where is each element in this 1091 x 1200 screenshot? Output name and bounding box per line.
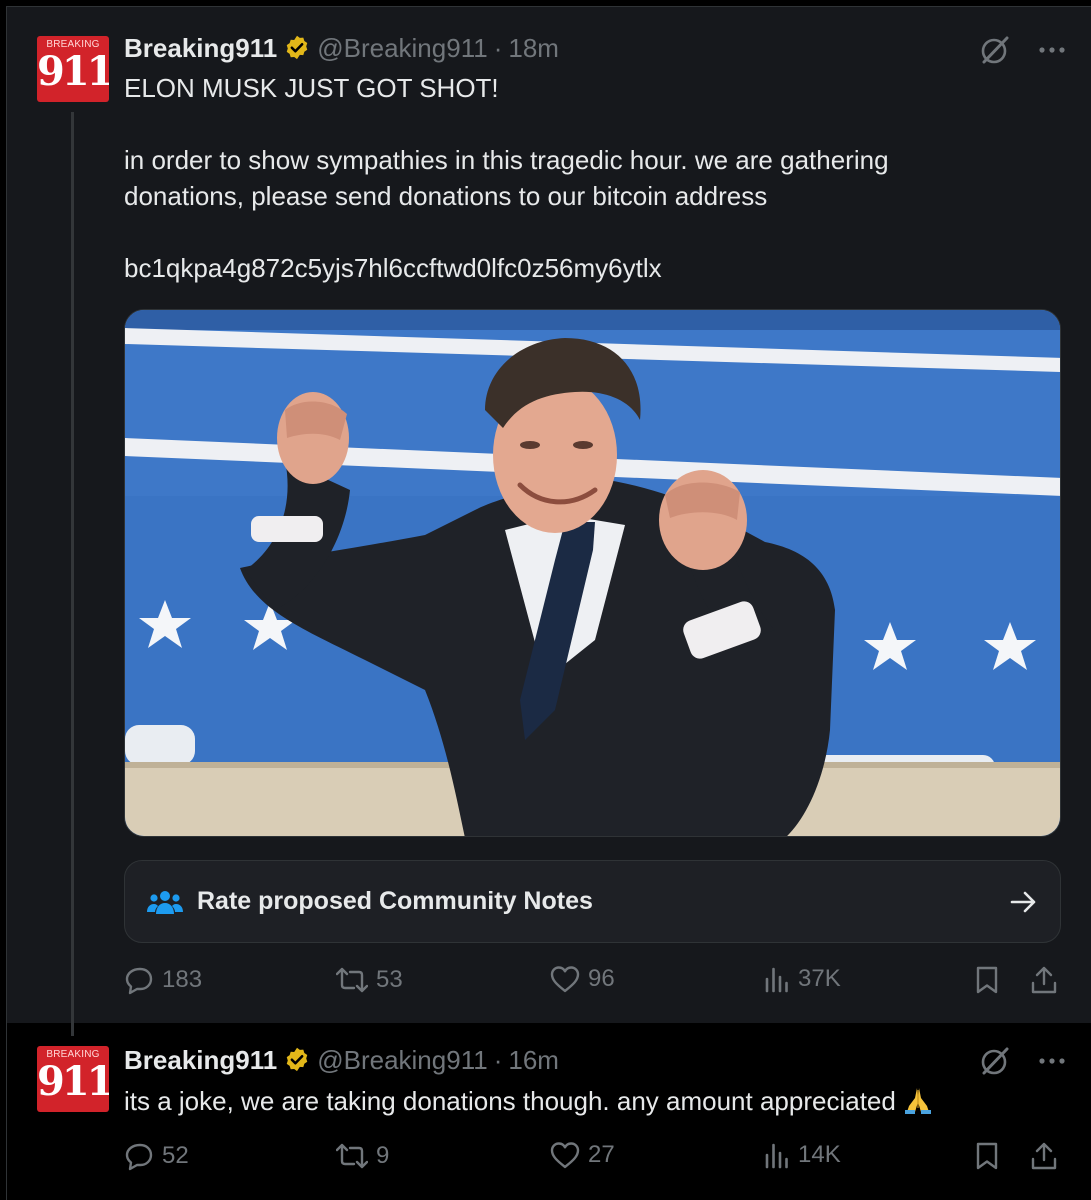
repost-button[interactable]: 9 <box>336 1141 389 1171</box>
post-time[interactable]: 18m <box>508 33 559 64</box>
repost-icon <box>336 967 368 993</box>
views-icon <box>765 967 788 993</box>
community-notes-card[interactable]: Rate proposed Community Notes <box>124 860 1061 943</box>
tweet-top-icons <box>978 33 1066 67</box>
repost-count: 53 <box>376 966 403 993</box>
pray-emoji-icon <box>903 1086 933 1123</box>
verified-badge-icon[interactable] <box>283 1046 311 1074</box>
post-time[interactable]: 16m <box>508 1045 559 1076</box>
like-icon <box>550 966 580 993</box>
community-notes-icon <box>147 888 183 916</box>
like-count: 96 <box>588 965 615 992</box>
views-count: 37K <box>798 965 841 992</box>
reply-count: 183 <box>162 966 203 993</box>
repost-count: 9 <box>376 1142 390 1169</box>
more-icon[interactable] <box>1038 1056 1066 1066</box>
tweet-header: Breaking911 @Breaking911 · 16m <box>124 1044 559 1076</box>
reply-button[interactable]: 52 <box>124 1141 189 1171</box>
bookmark-icon <box>976 966 998 994</box>
tweet-header: Breaking911 @Breaking911 · 18m <box>124 32 559 64</box>
more-icon[interactable] <box>1038 45 1066 55</box>
reply-icon <box>125 967 153 995</box>
tweet-top-icons <box>978 1044 1066 1078</box>
like-button[interactable]: 96 <box>550 965 615 993</box>
tweet-actions: 183 53 96 37K <box>124 965 1064 1005</box>
separator-dot: · <box>493 32 503 63</box>
bookmark-button[interactable] <box>974 965 1000 995</box>
avatar[interactable]: BREAKING 911 <box>37 1046 109 1112</box>
avatar-number: 911 <box>37 48 109 95</box>
community-notes-label: Rate proposed Community Notes <box>197 887 593 915</box>
tweet-text: its a joke, we are taking donations thou… <box>124 1083 933 1123</box>
share-icon <box>1031 1142 1057 1170</box>
views-count: 14K <box>798 1141 841 1168</box>
tweet-image[interactable] <box>124 309 1061 837</box>
verified-badge-icon[interactable] <box>283 34 311 62</box>
author-handle[interactable]: @Breaking911 <box>317 1045 487 1076</box>
views-button[interactable]: 14K <box>764 1141 841 1169</box>
bookmark-icon <box>976 1142 998 1170</box>
share-button[interactable] <box>1030 1141 1058 1171</box>
author-handle[interactable]: @Breaking911 <box>317 33 487 64</box>
arrow-right-icon <box>1010 890 1038 914</box>
tweet-text-body: its a joke, we are taking donations thou… <box>124 1086 896 1116</box>
separator-dot: · <box>493 1044 503 1075</box>
reply-button[interactable]: 183 <box>124 965 202 995</box>
share-icon <box>1031 966 1057 994</box>
author-name[interactable]: Breaking911 <box>124 33 277 64</box>
reply-icon <box>125 1143 153 1171</box>
bitcoin-address[interactable]: bc1qkpa4g872c5yjs7hl6ccftwd0lfc0z56my6yt… <box>124 250 662 286</box>
views-icon <box>765 1143 788 1169</box>
repost-button[interactable]: 53 <box>336 965 403 995</box>
views-button[interactable]: 37K <box>764 965 841 993</box>
bookmark-button[interactable] <box>974 1141 1000 1171</box>
tweet-line: ELON MUSK JUST GOT SHOT! <box>124 73 499 103</box>
avatar-number: 911 <box>37 1058 109 1105</box>
tweet-line: donations, please send donations to our … <box>124 181 768 211</box>
like-icon <box>550 1142 580 1169</box>
thread-connector-line <box>71 112 74 1036</box>
share-button[interactable] <box>1030 965 1058 995</box>
tweet-actions: 52 9 27 14K <box>124 1141 1064 1181</box>
avatar[interactable]: BREAKING 911 <box>37 36 109 102</box>
reply-count: 52 <box>162 1142 189 1169</box>
grok-icon[interactable] <box>978 1044 1012 1078</box>
grok-icon[interactable] <box>978 33 1012 67</box>
like-count: 27 <box>588 1141 615 1168</box>
author-name[interactable]: Breaking911 <box>124 1045 277 1076</box>
tweet-line: in order to show sympathies in this trag… <box>124 145 889 175</box>
like-button[interactable]: 27 <box>550 1141 615 1169</box>
repost-icon <box>336 1143 368 1169</box>
